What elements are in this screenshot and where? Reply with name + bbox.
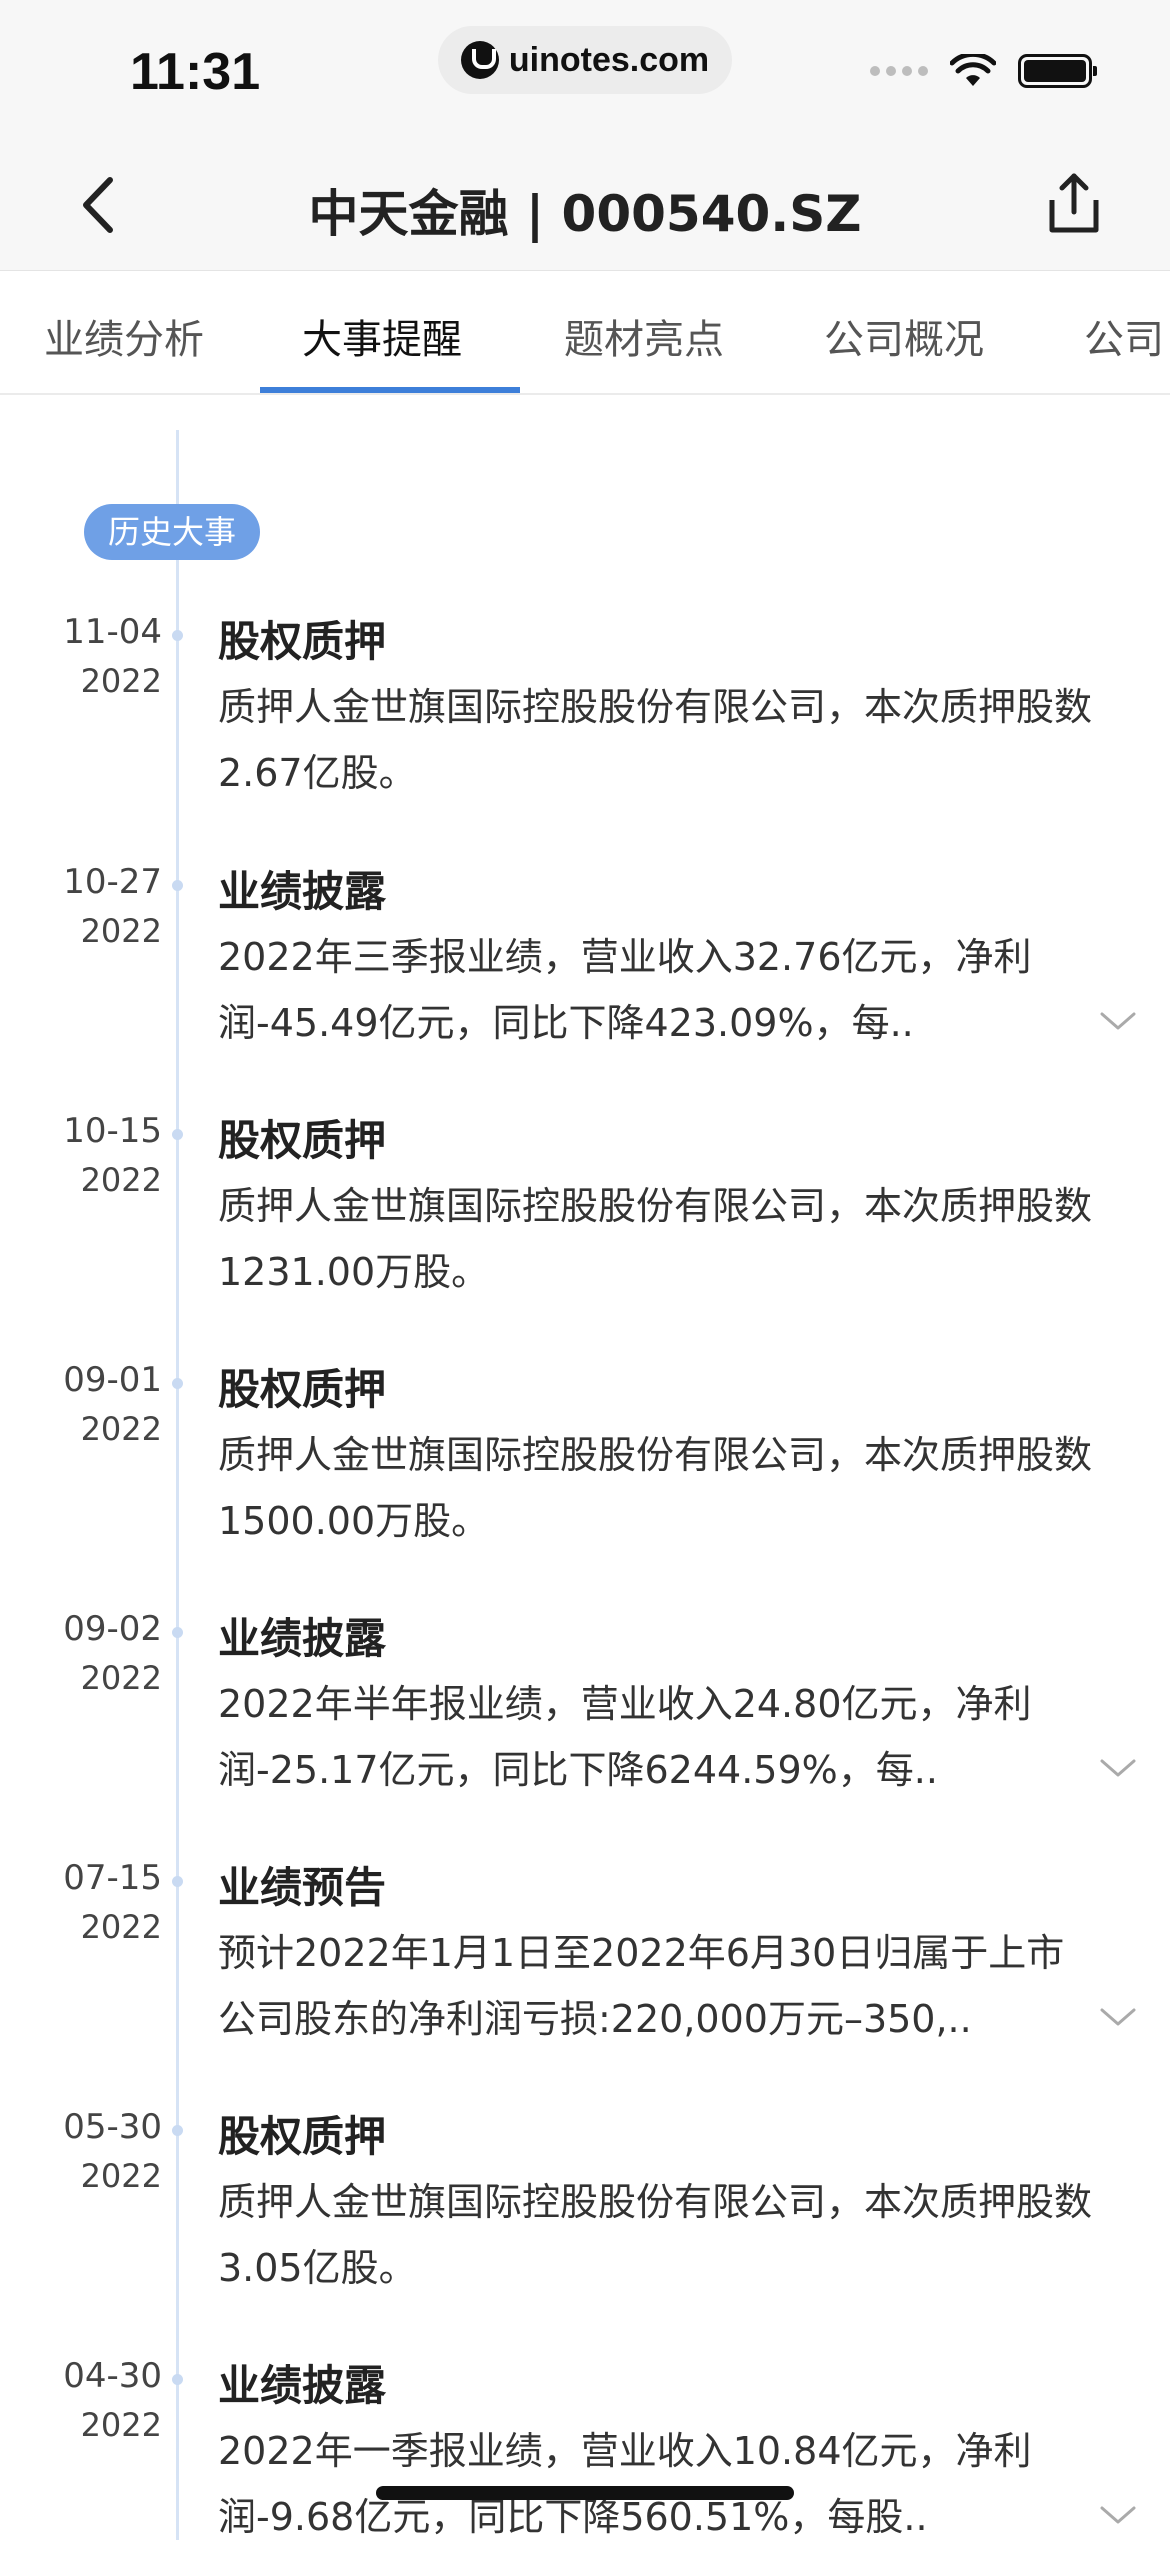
site-logo-icon <box>460 41 499 79</box>
timeline-dot <box>172 880 183 891</box>
event-description: 2022年三季报业绩，营业收入32.76亿元，净利润-45.49亿元，同比下降4… <box>218 935 1032 1045</box>
event-description: 预计2022年1月1日至2022年6月30日归属于上市公司股东的净利润亏损:22… <box>218 1931 1065 2041</box>
event-date: 09-01 <box>63 1360 162 1400</box>
status-bar: 11:31 uinotes.com <box>0 0 1170 140</box>
home-indicator[interactable] <box>376 2486 794 2500</box>
event-year: 2022 <box>80 1659 162 1697</box>
url-pill[interactable]: uinotes.com <box>438 26 732 94</box>
event-title: 业绩披露 <box>218 867 387 916</box>
event-description: 质押人金世旗国际控股股份有限公司，本次质押股数2.67亿股。 <box>218 685 1093 795</box>
event-year: 2022 <box>80 2157 162 2195</box>
page-title: 中天金融 | 000540.SZ <box>308 185 862 243</box>
tab-themes-highlights[interactable]: 题材亮点 <box>564 307 724 365</box>
event-title: 股权质押 <box>218 1116 387 1165</box>
event-year: 2022 <box>80 1410 162 1448</box>
active-tab-indicator <box>260 387 520 393</box>
event-title: 业绩披露 <box>218 1614 387 1663</box>
event-description: 质押人金世旗国际控股股份有限公司，本次质押股数3.05亿股。 <box>218 2180 1093 2290</box>
event-date: 09-02 <box>63 1609 162 1649</box>
tab-company-overview[interactable]: 公司概况 <box>824 307 984 365</box>
tab-major-events[interactable]: 大事提醒 <box>302 307 462 365</box>
event-description: 2022年半年报业绩，营业收入24.80亿元，净利润-25.17亿元，同比下降6… <box>218 1682 1032 1792</box>
timeline-dot <box>172 630 183 641</box>
history-events-badge: 历史大事 <box>84 504 260 560</box>
event-description: 2022年一季报业绩，营业收入10.84亿元，净利润-9.68亿元，同比下降56… <box>218 2429 1032 2539</box>
status-icons <box>870 54 1097 88</box>
event-date: 10-15 <box>63 1111 162 1151</box>
event-date: 05-30 <box>63 2107 162 2147</box>
wifi-icon <box>950 54 996 86</box>
nav-bar: 中天金融 | 000540.SZ <box>0 140 1170 271</box>
cellular-signal-icon <box>870 66 928 76</box>
status-time: 11:31 <box>130 43 261 101</box>
event-title: 业绩预告 <box>218 1863 387 1912</box>
timeline-dot <box>172 2374 183 2385</box>
share-icon[interactable] <box>1038 168 1110 240</box>
battery-icon <box>1018 54 1097 88</box>
event-year: 2022 <box>80 662 162 700</box>
expand-chevron-down-icon[interactable] <box>1098 1010 1138 1034</box>
event-title: 业绩披露 <box>218 2361 387 2410</box>
event-date: 11-04 <box>63 612 162 652</box>
tab-company-more[interactable]: 公司 <box>1084 307 1164 365</box>
event-description: 质押人金世旗国际控股股份有限公司，本次质押股数1500.00万股。 <box>218 1433 1093 1543</box>
event-date: 07-15 <box>63 1858 162 1898</box>
tab-performance-analysis[interactable]: 业绩分析 <box>44 307 204 365</box>
event-date: 10-27 <box>63 862 162 902</box>
event-title: 股权质押 <box>218 1365 387 1414</box>
timeline-line <box>176 430 179 2540</box>
timeline-dot <box>172 1378 183 1389</box>
timeline-dot <box>172 1129 183 1140</box>
event-year: 2022 <box>80 1908 162 1946</box>
tab-bar: 业绩分析 大事提醒 题材亮点 公司概况 公司 <box>0 271 1170 395</box>
event-title: 股权质押 <box>218 617 387 666</box>
event-date: 04-30 <box>63 2356 162 2396</box>
expand-chevron-down-icon[interactable] <box>1098 2504 1138 2528</box>
event-title: 股权质押 <box>218 2112 387 2161</box>
expand-chevron-down-icon[interactable] <box>1098 1757 1138 1781</box>
timeline-dot <box>172 1876 183 1887</box>
url-text: uinotes.com <box>508 40 710 79</box>
event-description: 质押人金世旗国际控股股份有限公司，本次质押股数1231.00万股。 <box>218 1184 1093 1294</box>
expand-chevron-down-icon[interactable] <box>1098 2006 1138 2030</box>
event-year: 2022 <box>80 2406 162 2444</box>
timeline-dot <box>172 2125 183 2136</box>
timeline-dot <box>172 1627 183 1638</box>
event-year: 2022 <box>80 912 162 950</box>
event-year: 2022 <box>80 1161 162 1199</box>
